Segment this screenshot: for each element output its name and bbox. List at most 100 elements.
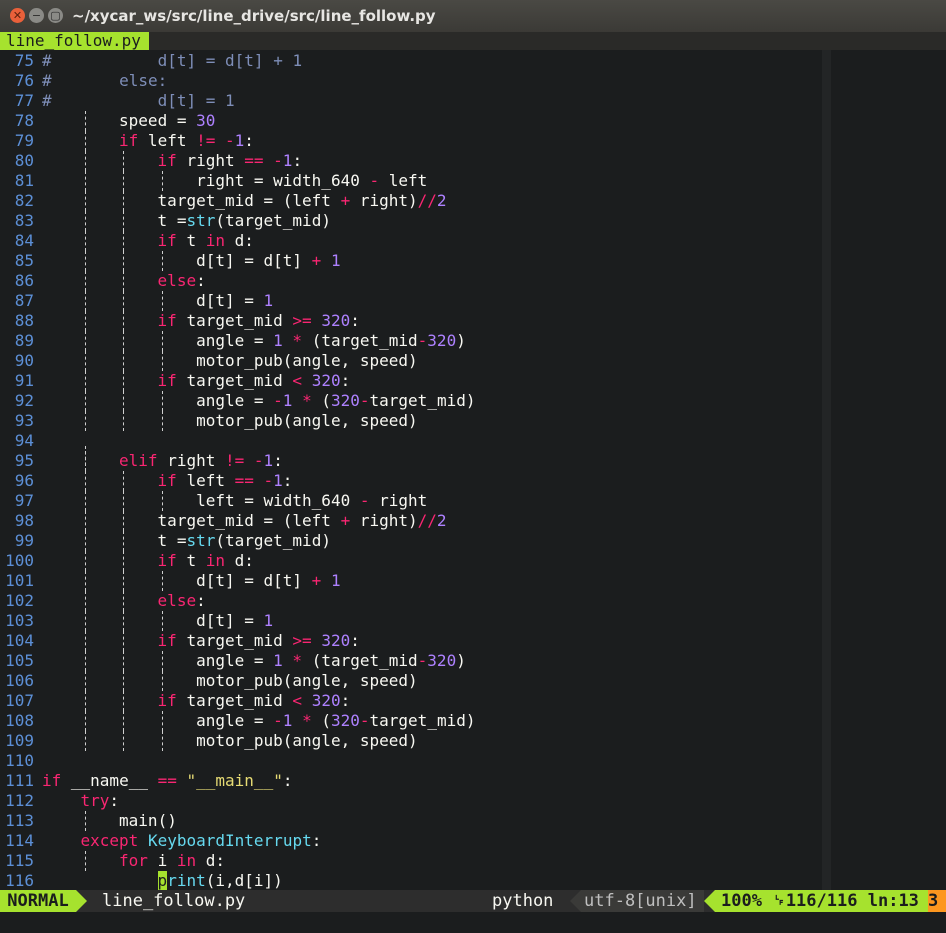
tab-line-follow[interactable]: line_follow.py — [0, 32, 149, 50]
code-line[interactable]: 75 # d[t] = d[t] + 1 — [0, 51, 475, 71]
line-code: t =str(target_mid) — [42, 211, 331, 231]
code-line[interactable]: 97 left = width_640 - right — [0, 491, 475, 511]
code-token: < — [292, 691, 303, 710]
code-token: 320 — [330, 711, 360, 730]
code-line[interactable]: 100 if t in d: — [0, 551, 475, 571]
code-token: in — [176, 851, 197, 870]
code-line[interactable]: 85 d[t] = d[t] + 1 — [0, 251, 475, 271]
line-code: if t in d: — [42, 551, 254, 571]
code-token: - — [417, 651, 428, 670]
code-line[interactable]: 83 t =str(target_mid) — [0, 211, 475, 231]
indent-guide — [84, 471, 86, 491]
code-line[interactable]: 106 motor_pub(angle, speed) — [0, 671, 475, 691]
line-number: 103 — [5, 611, 34, 630]
maximize-window-button[interactable]: ▢ — [48, 8, 63, 23]
code-token: if — [157, 471, 177, 490]
code-line[interactable]: 105 angle = 1 * (target_mid-320) — [0, 651, 475, 671]
code-token: - — [417, 331, 428, 350]
code-line[interactable]: 108 angle = -1 * (320-target_mid) — [0, 711, 475, 731]
code-line[interactable]: 101 d[t] = d[t] + 1 — [0, 571, 475, 591]
code-line[interactable]: 110 — [0, 751, 475, 771]
close-icon: ✕ — [12, 9, 23, 22]
code-token: str — [186, 211, 216, 230]
indent-guide — [84, 591, 86, 611]
code-line[interactable]: 80 if right == -1: — [0, 151, 475, 171]
line-number: 88 — [14, 311, 34, 330]
line-number: 81 — [14, 171, 34, 190]
code-line[interactable]: 89 angle = 1 * (target_mid-320) — [0, 331, 475, 351]
code-token: ( — [311, 391, 331, 410]
code-line[interactable]: 111 if __name__ == "__main__": — [0, 771, 475, 791]
line-number: 87 — [14, 291, 34, 310]
code-line[interactable]: 94 — [0, 431, 475, 466]
code-line[interactable]: 104 if target_mid >= 320: — [0, 631, 475, 651]
code-token: d: — [224, 551, 254, 570]
code-line[interactable]: 95 elif right != -1: — [0, 451, 475, 471]
code-token: elif — [119, 451, 158, 470]
code-token: in — [205, 551, 225, 570]
code-line[interactable]: 81 right = width_640 - left — [0, 171, 475, 191]
code-line[interactable]: 88 if target_mid >= 320: — [0, 311, 475, 331]
line-code: d[t] = 1 — [42, 611, 273, 631]
minimize-window-button[interactable]: − — [29, 8, 44, 23]
code-token: "__main__" — [186, 771, 283, 790]
code-line[interactable]: 98 target_mid = (left + right)//2 — [0, 511, 475, 531]
code-line[interactable]: 78 speed = 30 — [0, 111, 475, 131]
code-line[interactable]: 90 motor_pub(angle, speed) — [0, 351, 475, 371]
line-number: 85 — [14, 251, 34, 270]
indent-guide — [123, 551, 125, 571]
code-line[interactable]: 76 # else: — [0, 71, 475, 91]
code-line[interactable]: 92 angle = -1 * (320-target_mid) — [0, 391, 475, 411]
editor-pane[interactable]: 75 # d[t] = d[t] + 1 76 # else: 77 # d[t] = 1… — [0, 50, 946, 890]
code-line[interactable]: 77 # d[t] = 1 — [0, 91, 475, 111]
indent-guide — [84, 371, 86, 391]
code-line[interactable]: 103 d[t] = 1 — [0, 611, 475, 631]
code-line[interactable]: 87 d[t] = 1 — [0, 291, 475, 311]
line-code: elif right != -1: — [42, 451, 283, 471]
code-token: * — [302, 391, 312, 410]
code-line[interactable]: 93 motor_pub(angle, speed) — [0, 411, 475, 431]
code-line[interactable]: 84 if t in d: — [0, 231, 475, 251]
code-line[interactable]: 115 for i in d: — [0, 851, 475, 871]
code-line[interactable]: 99 t =str(target_mid) — [0, 531, 475, 551]
code-token: - — [263, 471, 274, 490]
line-code: if left != -1: — [42, 131, 254, 151]
code-line[interactable]: 86 else: — [0, 271, 475, 291]
empty-split-pane[interactable] — [831, 50, 946, 890]
code-line[interactable]: 112 try: — [0, 791, 475, 811]
code-token: str — [186, 531, 216, 550]
code-line[interactable]: 79 if left != -1: — [0, 131, 475, 151]
close-window-button[interactable]: ✕ — [10, 8, 25, 23]
code-token: if — [157, 631, 177, 650]
indent-guide — [123, 171, 125, 191]
code-token: left — [176, 471, 235, 490]
window-titlebar[interactable]: ✕ − ▢ ~/xycar_ws/src/line_drive/src/line… — [0, 0, 946, 32]
indent-guide — [123, 691, 125, 711]
code-line[interactable]: 102 else: — [0, 591, 475, 611]
code-token: KeyboardInterrupt — [147, 831, 312, 850]
indent-guide — [123, 211, 125, 231]
indent-guide — [84, 451, 86, 471]
code-token: if — [157, 551, 177, 570]
line-number: 115 — [5, 851, 34, 870]
code-token: left — [379, 171, 428, 190]
code-line[interactable]: 116 print(i,d[i]) — [0, 871, 475, 890]
code-token: 1 — [273, 651, 283, 670]
indent-guide — [123, 471, 125, 491]
code-line[interactable]: 82 target_mid = (left + right)//2 — [0, 191, 475, 211]
code-token: >= — [292, 631, 312, 650]
vim-command-line[interactable] — [0, 912, 946, 933]
indent-guide — [84, 491, 86, 511]
code-line[interactable]: 107 if target_mid < 320: — [0, 691, 475, 711]
code-line[interactable]: 96 if left == -1: — [0, 471, 475, 491]
code-line[interactable]: 91 if target_mid < 320: — [0, 371, 475, 391]
indent-guide — [123, 631, 125, 651]
code-token: d: — [224, 231, 254, 250]
code-line[interactable]: 109 motor_pub(angle, speed) — [0, 731, 475, 751]
code-line[interactable]: 113 main() — [0, 811, 475, 831]
code-line[interactable]: 114 except KeyboardInterrupt: — [0, 831, 475, 851]
indent-guide — [161, 491, 163, 511]
code-token: try — [80, 791, 110, 810]
